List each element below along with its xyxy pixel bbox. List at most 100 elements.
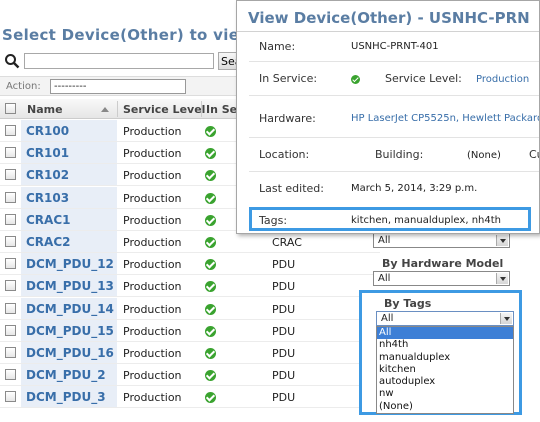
row-checkbox[interactable] bbox=[5, 125, 16, 136]
row-checkbox[interactable] bbox=[5, 369, 16, 381]
tags-option[interactable]: All bbox=[377, 327, 513, 340]
name-cell: DCM_PDU_14 bbox=[21, 297, 117, 319]
check-icon bbox=[205, 148, 216, 160]
device-link[interactable]: CR103 bbox=[26, 191, 69, 205]
tags-option[interactable]: autoduplex bbox=[377, 376, 513, 388]
select-all-checkbox[interactable] bbox=[5, 103, 16, 114]
row-checkbox[interactable] bbox=[5, 191, 16, 203]
chevron-down-icon[interactable] bbox=[496, 235, 508, 246]
row-checkbox[interactable] bbox=[5, 213, 16, 225]
detail-row-service: In Service: Service Level: Production bbox=[249, 62, 539, 96]
tags-filter-select[interactable]: All bbox=[376, 311, 514, 326]
type-cell: PDU bbox=[272, 347, 296, 360]
type-filter-select[interactable]: All bbox=[373, 233, 510, 248]
row-checkbox[interactable] bbox=[5, 169, 16, 181]
device-link[interactable]: CRAC2 bbox=[26, 235, 71, 249]
table-row[interactable]: DCM_PDU_12 Production PDU bbox=[0, 253, 380, 276]
service-level-cell: Production bbox=[123, 213, 182, 227]
device-link[interactable]: DCM_PDU_3 bbox=[26, 390, 106, 404]
chevron-down-icon[interactable] bbox=[500, 313, 512, 324]
name-cell: CRAC2 bbox=[21, 231, 117, 252]
search-icon bbox=[5, 54, 20, 69]
name-cell: DCM_PDU_16 bbox=[21, 342, 117, 363]
row-checkbox[interactable] bbox=[5, 236, 16, 247]
name-cell: DCM_PDU_12 bbox=[21, 253, 117, 275]
row-checkbox[interactable] bbox=[5, 147, 16, 159]
column-divider bbox=[201, 101, 202, 117]
row-checkbox[interactable] bbox=[5, 258, 16, 270]
table-row[interactable]: DCM_PDU_16 Production PDU bbox=[0, 342, 380, 364]
name-cell: CRAC1 bbox=[21, 208, 117, 230]
table-row[interactable]: CRAC2 Production CRAC bbox=[0, 231, 380, 253]
row-checkbox[interactable] bbox=[5, 391, 16, 403]
check-icon bbox=[205, 192, 216, 204]
table-row[interactable]: DCM_PDU_2 Production PDU bbox=[0, 364, 380, 387]
sort-ascending-icon[interactable] bbox=[101, 107, 109, 112]
device-link[interactable]: CR100 bbox=[26, 124, 69, 138]
detail-row-location: Location: Building: (None) Cu bbox=[249, 138, 539, 172]
name-cell: CR101 bbox=[21, 142, 117, 164]
table-row[interactable]: DCM_PDU_14 Production PDU bbox=[0, 297, 380, 320]
last-edited-label: Last edited: bbox=[259, 182, 324, 195]
column-header-name[interactable]: Name bbox=[27, 103, 63, 116]
check-icon bbox=[351, 75, 360, 84]
device-link[interactable]: DCM_PDU_13 bbox=[26, 279, 114, 293]
tags-option[interactable]: kitchen bbox=[377, 364, 513, 376]
device-link[interactable]: CR102 bbox=[26, 168, 69, 182]
device-link[interactable]: DCM_PDU_14 bbox=[26, 302, 114, 316]
check-icon bbox=[205, 370, 216, 382]
detail-row-hardware: Hardware: HP LaserJet CP5525n, Hewlett P… bbox=[249, 96, 539, 138]
check-icon bbox=[205, 259, 216, 271]
table-row[interactable]: DCM_PDU_15 Production PDU bbox=[0, 319, 380, 342]
device-link[interactable]: DCM_PDU_2 bbox=[26, 368, 106, 382]
service-level-cell: Production bbox=[123, 125, 182, 138]
action-select[interactable]: --------- bbox=[50, 79, 186, 94]
name-label: Name: bbox=[259, 40, 296, 53]
table-row[interactable]: DCM_PDU_13 Production PDU bbox=[0, 275, 380, 298]
chevron-down-icon[interactable] bbox=[496, 273, 508, 284]
service-level-link[interactable]: Production bbox=[476, 74, 529, 85]
type-cell: PDU bbox=[272, 391, 296, 405]
column-header-service-level[interactable]: Service Level bbox=[123, 103, 205, 116]
hardware-label: Hardware: bbox=[259, 112, 316, 125]
row-checkbox[interactable] bbox=[5, 324, 16, 336]
column-header-in-service[interactable]: In Se bbox=[206, 103, 237, 116]
row-checkbox[interactable] bbox=[5, 302, 16, 314]
column-divider bbox=[117, 101, 118, 117]
row-checkbox[interactable] bbox=[5, 347, 16, 358]
filter-heading-tags: By Tags bbox=[384, 297, 432, 310]
name-value: USNHC-PRNT-401 bbox=[351, 41, 439, 52]
search-input[interactable] bbox=[24, 53, 214, 69]
device-link[interactable]: CR101 bbox=[26, 146, 69, 160]
location-label: Location: bbox=[259, 148, 310, 161]
view-device-popup: View Device(Other) - USNHC-PRN Name: USN… bbox=[236, 0, 540, 234]
hardware-link[interactable]: HP LaserJet CP5525n, Hewlett Packard bbox=[351, 113, 539, 124]
hardware-model-filter-value: All bbox=[378, 273, 391, 284]
type-cell: CRAC bbox=[272, 236, 302, 249]
name-cell: CR103 bbox=[21, 186, 117, 208]
popup-title: View Device(Other) - USNHC-PRN bbox=[248, 9, 530, 27]
tags-option[interactable]: (None) bbox=[377, 401, 513, 413]
check-icon bbox=[205, 392, 216, 404]
service-level-cell: Production bbox=[123, 347, 182, 360]
device-link[interactable]: CRAC1 bbox=[26, 213, 71, 227]
row-checkbox[interactable] bbox=[5, 280, 16, 292]
action-bar: Action: --------- bbox=[0, 76, 238, 96]
service-level-cell: Production bbox=[123, 147, 182, 161]
in-service-label: In Service: bbox=[259, 72, 318, 85]
device-link[interactable]: DCM_PDU_16 bbox=[26, 346, 114, 360]
tags-option[interactable]: manualduplex bbox=[377, 352, 513, 364]
check-icon bbox=[205, 170, 216, 182]
device-link[interactable]: DCM_PDU_15 bbox=[26, 324, 114, 338]
tags-label: Tags: bbox=[259, 214, 288, 227]
check-icon bbox=[205, 214, 216, 226]
table-row[interactable]: DCM_PDU_3 Production PDU bbox=[0, 386, 380, 409]
device-link[interactable]: DCM_PDU_12 bbox=[26, 257, 114, 271]
name-cell: CR102 bbox=[21, 164, 117, 186]
hardware-model-filter-select[interactable]: All bbox=[373, 271, 510, 286]
service-level-cell: Production bbox=[123, 302, 182, 316]
type-cell: PDU bbox=[272, 369, 296, 383]
service-level-cell: Production bbox=[123, 324, 182, 338]
tags-option[interactable]: nh4th bbox=[377, 339, 513, 351]
tags-option[interactable]: nw bbox=[377, 388, 513, 400]
